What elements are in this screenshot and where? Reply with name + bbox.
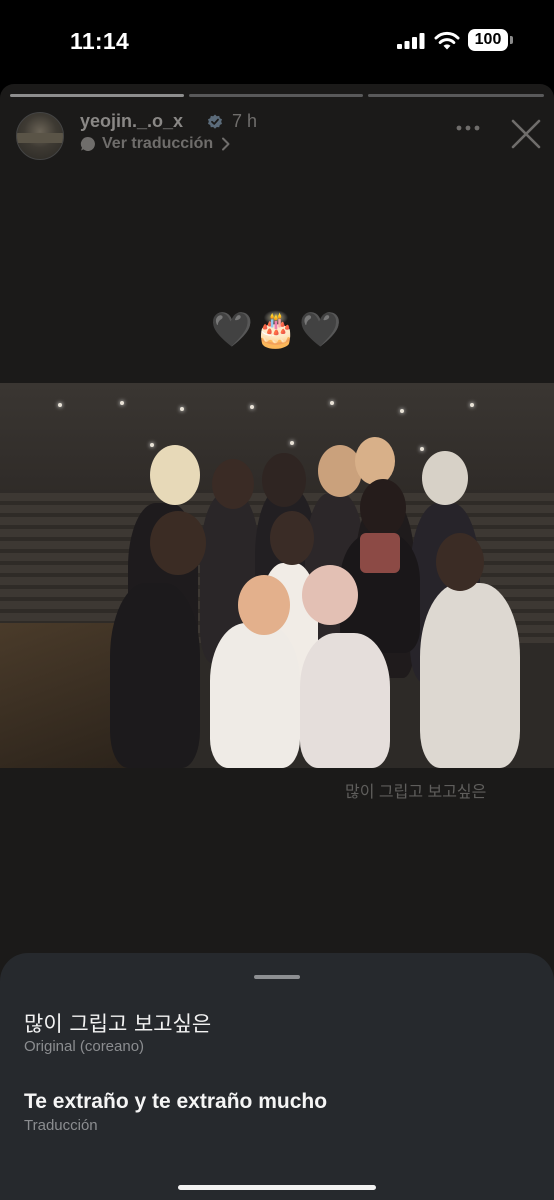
see-translation-link[interactable]: Ver traducción xyxy=(80,134,231,154)
translate-icon xyxy=(80,136,95,151)
story-emoji-sticker: 🖤🎂🖤 xyxy=(210,311,344,349)
home-indicator[interactable] xyxy=(178,1185,376,1190)
original-text: 많이 그립고 보고싶은 xyxy=(24,1012,212,1036)
wifi-icon xyxy=(434,31,460,50)
story-progress-segment xyxy=(189,94,363,97)
see-translation-label: Ver traducción xyxy=(102,135,214,152)
status-bar: 11:14 100 xyxy=(0,0,554,84)
sheet-grabber[interactable] xyxy=(254,975,300,979)
story-photo xyxy=(0,383,554,768)
story-username[interactable]: yeojin._.o_x xyxy=(80,111,183,132)
photo-caption: 많이 그립고 보고싶은 xyxy=(345,784,487,801)
avatar[interactable] xyxy=(16,112,64,160)
story-time-ago: 7 h xyxy=(232,111,258,131)
close-icon[interactable] xyxy=(510,118,542,150)
battery-icon: 100 xyxy=(468,29,508,51)
signal-icon xyxy=(397,33,425,49)
story-progress-segment xyxy=(368,94,544,97)
battery-nub xyxy=(510,36,513,44)
original-language-label: Original (coreano) xyxy=(24,1038,145,1055)
translation-sheet[interactable]: 많이 그립고 보고싶은 Original (coreano) Te extrañ… xyxy=(0,953,554,1200)
chevron-right-icon xyxy=(222,137,230,151)
verified-icon xyxy=(208,114,222,129)
more-icon[interactable] xyxy=(456,124,480,132)
status-time: 11:14 xyxy=(70,28,130,54)
translation-label: Traducción xyxy=(24,1117,98,1134)
translated-text: Te extraño y te extraño mucho xyxy=(24,1090,328,1113)
story-progress-segment xyxy=(10,94,184,97)
